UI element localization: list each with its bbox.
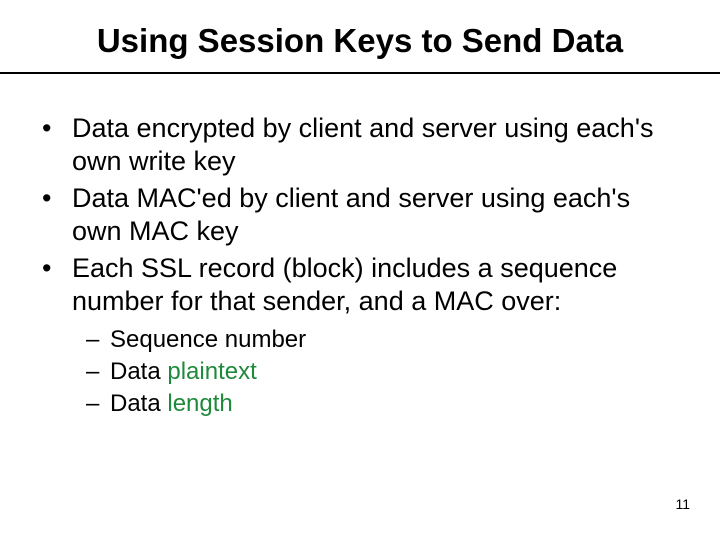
slide-title: Using Session Keys to Send Data [0,22,720,74]
bullet-item: Each SSL record (block) includes a seque… [38,252,680,421]
page-number: 11 [675,496,690,512]
bullet-item: Data MAC'ed by client and server using e… [38,182,680,248]
sub-bullet-item: Sequence number [86,324,680,356]
sub-text: Data [110,358,167,385]
highlight-text: plaintext [167,358,256,385]
highlight-text: length [167,390,232,417]
sub-bullet-list: Sequence number Data plaintext Data leng… [72,324,680,421]
bullet-list: Data encrypted by client and server usin… [38,112,680,421]
slide-body: Data encrypted by client and server usin… [38,112,680,425]
sub-bullet-item: Data length [86,388,680,420]
slide: Using Session Keys to Send Data Data enc… [0,0,720,540]
bullet-text: Each SSL record (block) includes a seque… [72,253,617,316]
bullet-item: Data encrypted by client and server usin… [38,112,680,178]
sub-text: Data [110,390,167,417]
sub-bullet-item: Data plaintext [86,356,680,388]
